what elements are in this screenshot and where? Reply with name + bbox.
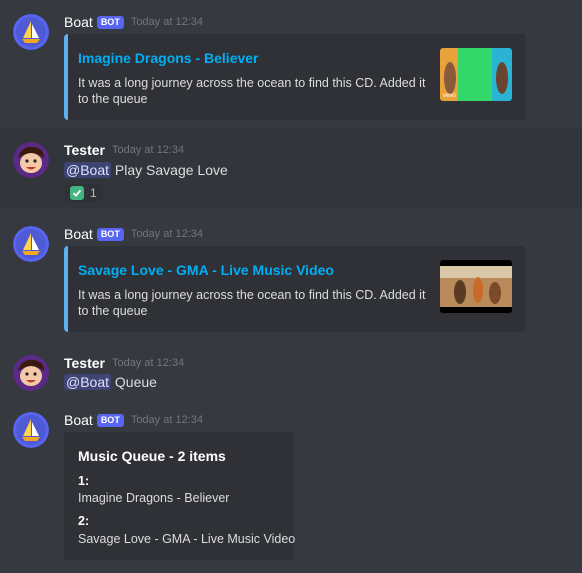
timestamp: Today at 12:34: [111, 144, 185, 156]
author-name[interactable]: Boat: [64, 14, 93, 30]
bot-tag: BOT: [96, 15, 124, 29]
user-mention[interactable]: @Boat: [64, 162, 112, 178]
reaction-button[interactable]: 1: [64, 184, 103, 202]
tester-avatar[interactable]: [13, 355, 49, 391]
video-thumbnail[interactable]: vevo: [440, 48, 512, 101]
embed-description: It was a long journey across the ocean t…: [78, 76, 426, 106]
queue-embed: Music Queue - 2 items 1: Imagine Dragons…: [64, 432, 296, 560]
message-text: Play Savage Love: [114, 162, 228, 178]
timestamp: Today at 12:34: [130, 228, 203, 240]
check-mark-icon: [70, 186, 84, 200]
timestamp: Today at 12:34: [130, 414, 203, 426]
believer-thumbnail-image: vevo: [440, 48, 512, 101]
embed-title-link[interactable]: Savage Love - GMA - Live Music Video: [78, 262, 334, 278]
message-tester-1: Tester Today at 12:34 @Boat Play Savage …: [0, 128, 582, 208]
message-boat-3: Boat BOT Today at 12:34 Music Queue - 2 …: [0, 398, 582, 573]
timestamp: Today at 12:34: [130, 16, 203, 28]
author-name[interactable]: Boat: [64, 226, 93, 242]
message-text: Queue: [114, 374, 157, 390]
video-thumbnail[interactable]: [440, 260, 512, 313]
song-embed: Savage Love - GMA - Live Music Video It …: [64, 246, 526, 332]
queue-title: Music Queue - 2 items: [78, 448, 226, 464]
reaction-count: 1: [90, 186, 97, 200]
embed-title-link[interactable]: Imagine Dragons - Believer: [78, 50, 259, 66]
author-name[interactable]: Tester: [64, 355, 105, 371]
author-name[interactable]: Tester: [64, 142, 105, 158]
message-boat-2: Boat BOT Today at 12:34 Savage Love - GM…: [0, 212, 582, 340]
boat-avatar[interactable]: [13, 226, 49, 262]
timestamp: Today at 12:34: [111, 357, 185, 369]
sailboat-icon: [13, 226, 49, 262]
queue-item-number: 2:: [78, 514, 90, 528]
boat-avatar[interactable]: [13, 14, 49, 50]
tester-avatar[interactable]: [13, 142, 49, 178]
boat-avatar[interactable]: [13, 412, 49, 448]
savage-love-thumbnail-image: [440, 260, 512, 313]
author-name[interactable]: Boat: [64, 412, 93, 428]
message-boat-1: Boat BOT Today at 12:34 Imagine Dragons …: [0, 0, 582, 128]
sailboat-icon: [13, 412, 49, 448]
song-embed: Imagine Dragons - Believer It was a long…: [64, 34, 526, 120]
bot-tag: BOT: [96, 227, 124, 241]
message-tester-2: Tester Today at 12:34 @Boat Queue: [0, 342, 582, 402]
vevo-label: vevo: [443, 93, 456, 99]
cartoon-face-icon: [13, 142, 49, 178]
bot-tag: BOT: [96, 413, 124, 427]
message-content: @Boat Play Savage Love: [64, 162, 228, 178]
sailboat-icon: [13, 14, 49, 50]
queue-item-name: Savage Love - GMA - Live Music Video: [78, 532, 296, 546]
cartoon-face-icon: [13, 355, 49, 391]
queue-item-name: Imagine Dragons - Believer: [78, 491, 230, 505]
user-mention[interactable]: @Boat: [64, 374, 112, 390]
message-content: @Boat Queue: [64, 374, 157, 390]
embed-description: It was a long journey across the ocean t…: [78, 288, 426, 318]
queue-item-number: 1:: [78, 474, 90, 488]
